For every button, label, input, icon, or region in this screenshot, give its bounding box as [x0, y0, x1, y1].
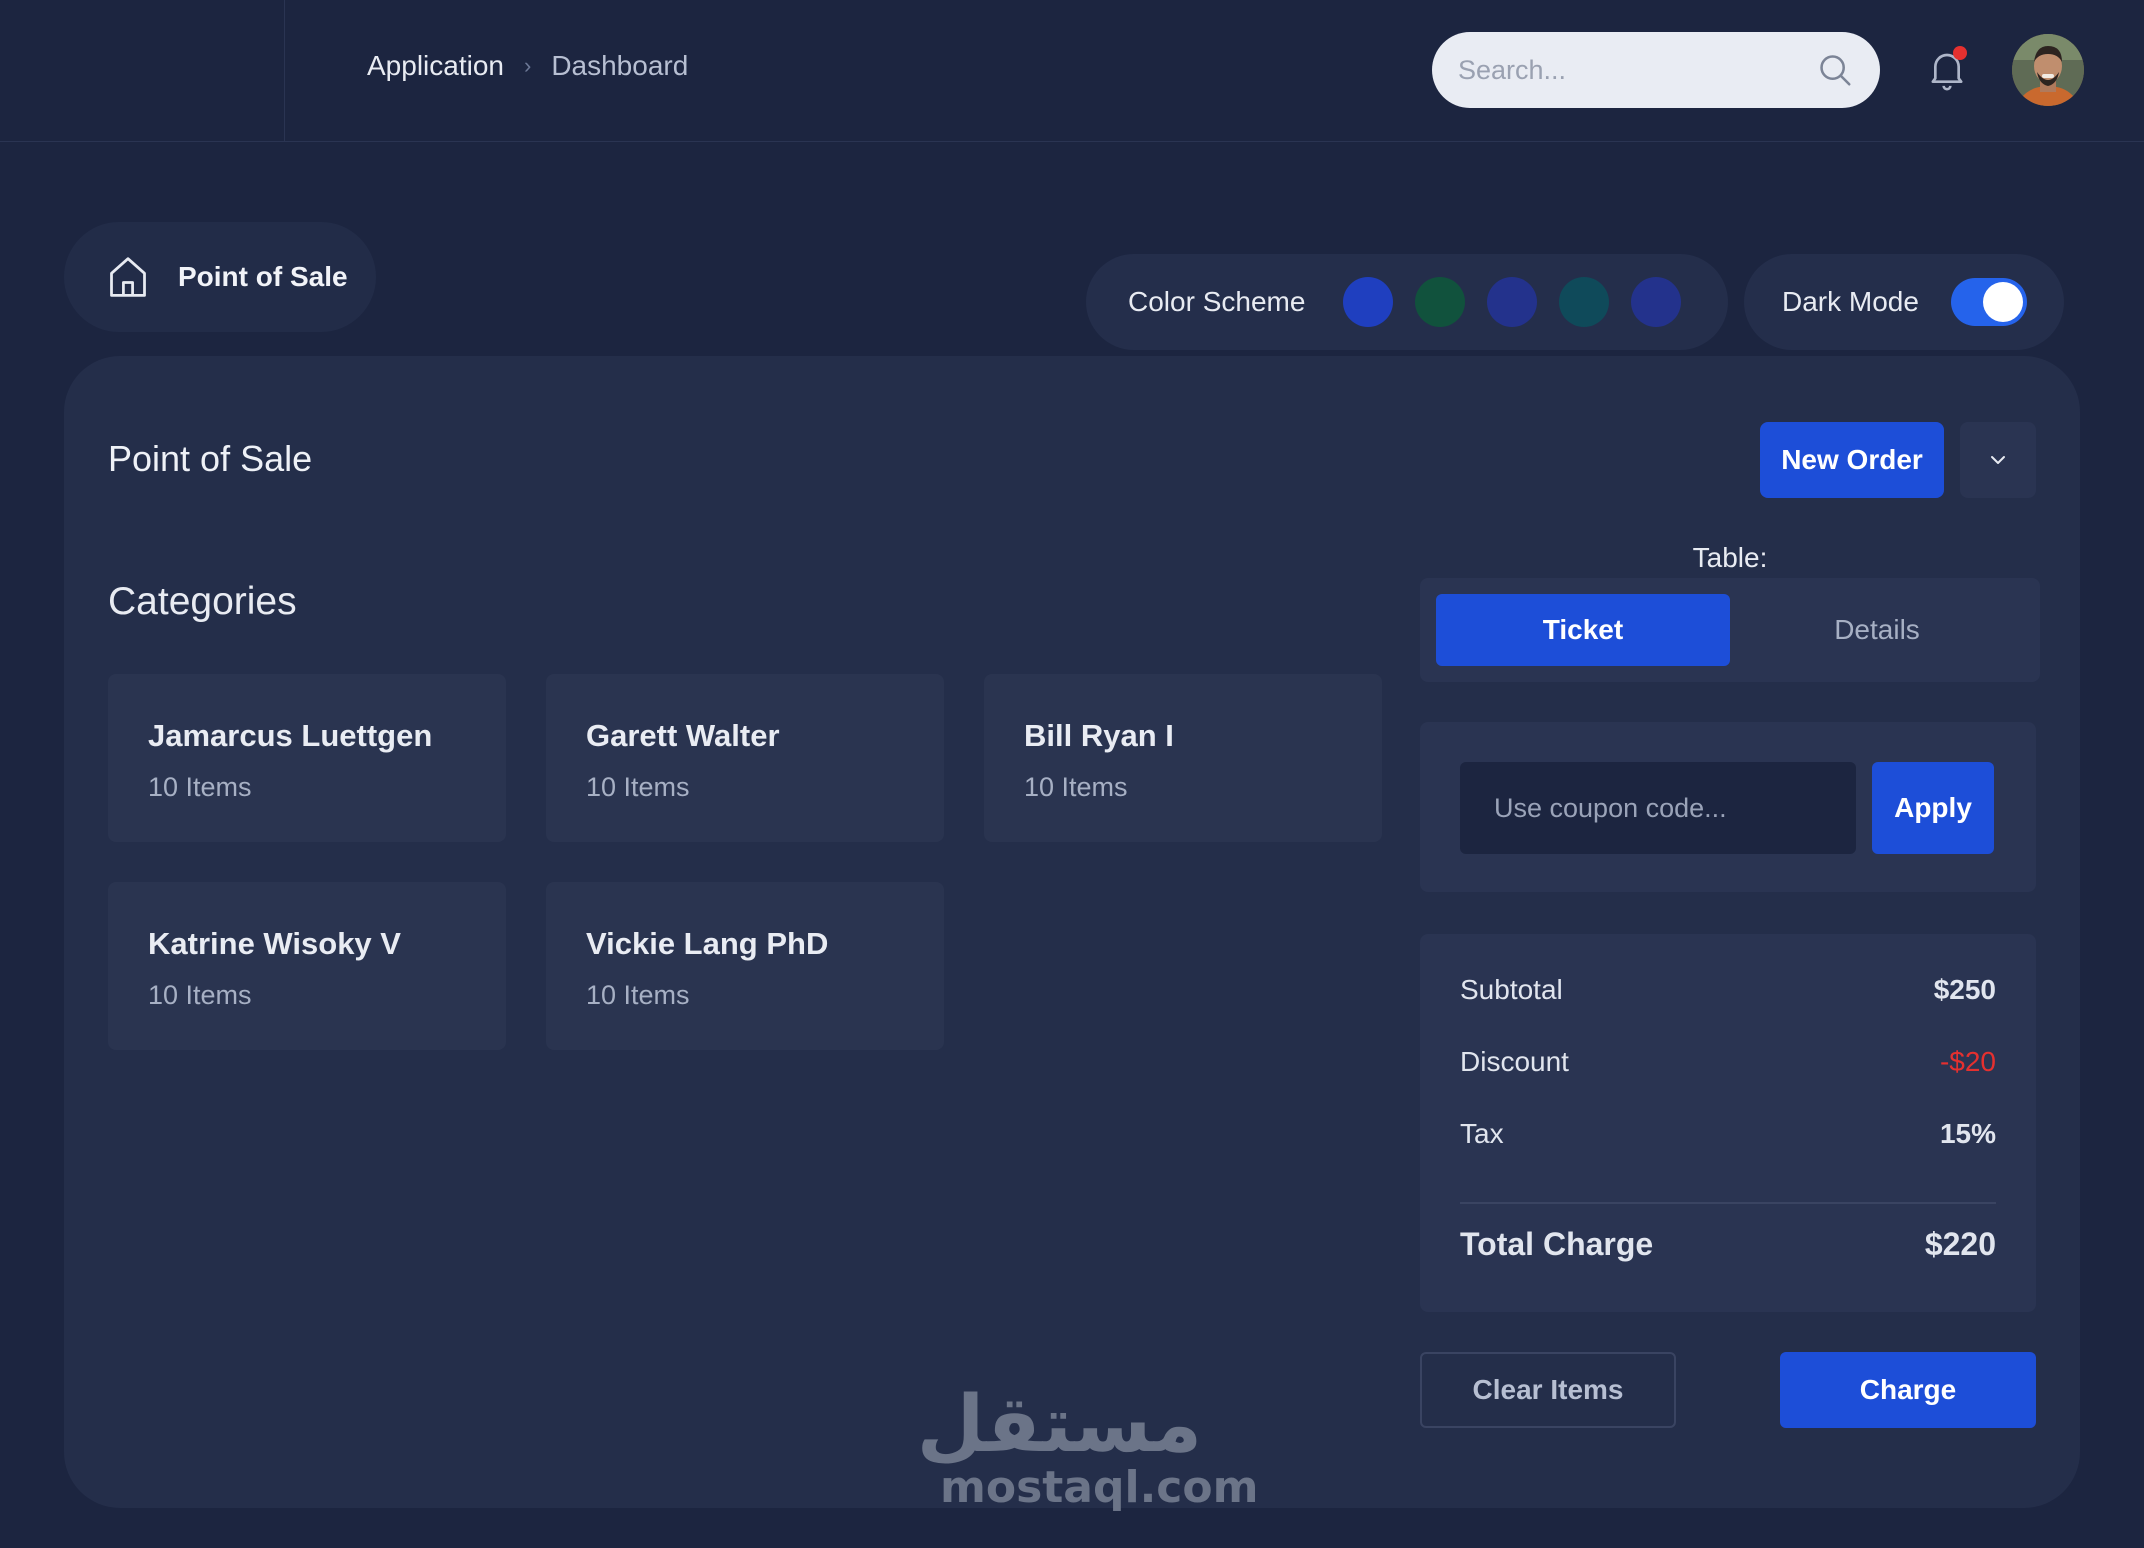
discount-value: -$20	[1939, 1046, 1996, 1077]
charge-button[interactable]: Charge	[1780, 1352, 2036, 1428]
coupon-section: Apply	[1420, 722, 2036, 892]
discount-row: Discount -$20	[1460, 1046, 1996, 1078]
top-bar: Application › Dashboard	[0, 0, 2144, 142]
subtotal-row: Subtotal $250	[1460, 974, 1996, 1006]
sidebar-divider	[284, 0, 285, 142]
category-name: Garett Walter	[586, 718, 780, 753]
category-name: Katrine Wisoky V	[148, 926, 401, 961]
category-card[interactable]: Katrine Wisoky V 10 Items	[108, 882, 506, 1050]
tab-details[interactable]: Details	[1730, 594, 2024, 666]
category-name: Vickie Lang PhD	[586, 926, 829, 961]
page-header-title: Point of Sale	[178, 261, 348, 292]
user-avatar[interactable]	[2012, 34, 2084, 106]
category-name: Bill Ryan I	[1024, 718, 1174, 753]
dark-mode-label: Dark Mode	[1782, 286, 1919, 317]
color-swatch[interactable]	[1415, 277, 1466, 327]
tax-row: Tax 15%	[1460, 1118, 1996, 1150]
toggle-knob	[1982, 282, 2023, 322]
total-value: $220	[1924, 1226, 1996, 1262]
category-name: Jamarcus Luettgen	[148, 718, 433, 753]
category-card[interactable]: Jamarcus Luettgen 10 Items	[108, 674, 506, 842]
coupon-input[interactable]	[1460, 762, 1856, 854]
search-icon[interactable]	[1816, 51, 1854, 89]
dark-mode-control: Dark Mode	[1744, 254, 2064, 350]
notification-badge	[1953, 46, 1967, 60]
category-count: 10 Items	[1024, 772, 1128, 802]
category-card[interactable]: Vickie Lang PhD 10 Items	[546, 882, 944, 1050]
category-count: 10 Items	[148, 980, 252, 1010]
avatar-icon	[2012, 34, 2084, 106]
tab-ticket[interactable]: Ticket	[1436, 594, 1730, 666]
total-label: Total Charge	[1460, 1226, 1654, 1262]
watermark-latin: mostaql.com	[940, 1462, 1259, 1513]
order-summary: Subtotal $250 Discount -$20 Tax 15% Tota…	[1420, 934, 2036, 1312]
category-card[interactable]: Bill Ryan I 10 Items	[984, 674, 1382, 842]
breadcrumb-root-link[interactable]: Application	[367, 50, 504, 82]
color-scheme-selector: Color Scheme	[1086, 254, 1728, 350]
page-header-pill: Point of Sale	[64, 222, 376, 332]
watermark-logo: مستقل mostaql.com	[916, 1380, 1259, 1513]
point-of-sale-card: Point of Sale New Order Categories Jamar…	[64, 356, 2080, 1508]
apply-coupon-button[interactable]: Apply	[1872, 762, 1994, 854]
subtotal-value: $250	[1933, 974, 1996, 1005]
category-count: 10 Items	[148, 772, 252, 802]
categories-heading: Categories	[108, 580, 297, 623]
color-swatch[interactable]	[1343, 277, 1394, 327]
dark-mode-toggle[interactable]	[1950, 278, 2027, 326]
new-order-button[interactable]: New Order	[1760, 422, 1944, 498]
color-scheme-label: Color Scheme	[1128, 286, 1306, 317]
breadcrumb-current: Dashboard	[551, 50, 689, 81]
chevron-down-icon	[1991, 456, 2005, 464]
order-tabs: Ticket Details	[1420, 578, 2040, 682]
watermark-arabic: مستقل	[916, 1380, 1202, 1470]
search-input[interactable]	[1458, 54, 1816, 86]
summary-divider	[1460, 1202, 1996, 1204]
category-count: 10 Items	[586, 772, 690, 802]
category-card[interactable]: Garett Walter 10 Items	[546, 674, 944, 842]
category-count: 10 Items	[586, 980, 690, 1010]
home-icon	[110, 257, 146, 297]
tax-value: 15%	[1939, 1118, 1996, 1149]
clear-items-button[interactable]: Clear Items	[1420, 1352, 1676, 1428]
breadcrumb: Application › Dashboard	[367, 50, 688, 82]
search-bar	[1432, 32, 1880, 108]
tax-label: Tax	[1460, 1118, 1504, 1149]
table-label: Table:	[1692, 542, 1768, 573]
more-options-button[interactable]	[1960, 422, 2036, 498]
chevron-right-icon: ›	[523, 53, 532, 78]
color-swatch[interactable]	[1559, 277, 1610, 327]
color-swatch[interactable]	[1631, 277, 1682, 327]
card-title: Point of Sale	[108, 438, 313, 479]
subtotal-label: Subtotal	[1460, 974, 1563, 1005]
discount-label: Discount	[1460, 1046, 1569, 1077]
color-swatch[interactable]	[1487, 277, 1538, 327]
total-row: Total Charge $220	[1460, 1226, 1996, 1263]
